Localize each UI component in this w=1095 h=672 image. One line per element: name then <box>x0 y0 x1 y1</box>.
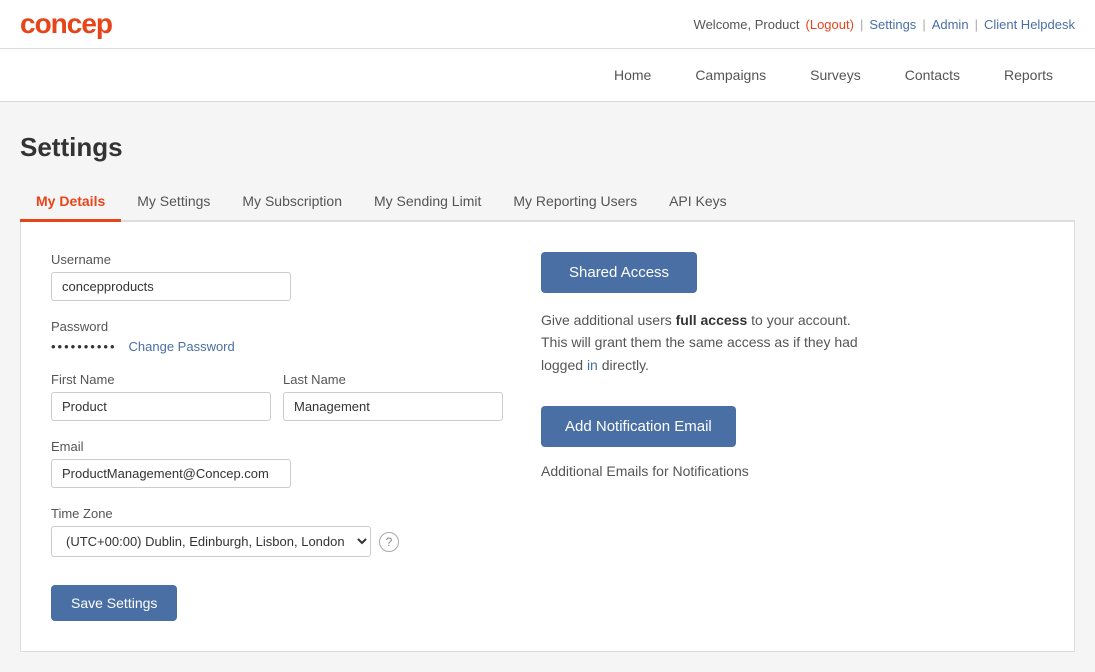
name-group: First Name Last Name <box>51 372 481 421</box>
username-group: Username <box>51 252 481 301</box>
top-bar: concep Welcome, Product (Logout) | Setti… <box>0 0 1095 49</box>
username-input[interactable] <box>51 272 291 301</box>
in-text: in <box>587 357 598 373</box>
admin-link[interactable]: Admin <box>932 17 969 32</box>
timezone-label: Time Zone <box>51 506 481 521</box>
tab-my-subscription[interactable]: My Subscription <box>226 183 358 222</box>
tab-my-settings[interactable]: My Settings <box>121 183 226 222</box>
separator-3: | <box>975 17 978 32</box>
welcome-text: Welcome, Product <box>694 17 800 32</box>
password-group: Password •••••••••• Change Password <box>51 319 481 354</box>
left-column: Username Password •••••••••• Change Pass… <box>51 252 481 621</box>
password-dots: •••••••••• <box>51 339 117 354</box>
username-label: Username <box>51 252 481 267</box>
shared-access-button[interactable]: Shared Access <box>541 252 697 293</box>
shared-access-description: Give additional users full access to you… <box>541 309 881 376</box>
nav-bar: Home Campaigns Surveys Contacts Reports <box>0 49 1095 102</box>
right-column: Shared Access Give additional users full… <box>541 252 921 621</box>
page-content: Settings My Details My Settings My Subsc… <box>0 102 1095 672</box>
email-label: Email <box>51 439 481 454</box>
timezone-row: (UTC+00:00) Dublin, Edinburgh, Lisbon, L… <box>51 526 481 557</box>
timezone-select[interactable]: (UTC+00:00) Dublin, Edinburgh, Lisbon, L… <box>51 526 371 557</box>
firstname-group: First Name <box>51 372 271 421</box>
logo: concep <box>20 8 112 40</box>
helpdesk-link[interactable]: Client Helpdesk <box>984 17 1075 32</box>
page-title: Settings <box>20 132 1075 163</box>
change-password-link[interactable]: Change Password <box>129 339 235 354</box>
email-group: Email <box>51 439 481 488</box>
password-row: •••••••••• Change Password <box>51 339 481 354</box>
nav-surveys[interactable]: Surveys <box>788 49 883 101</box>
password-label: Password <box>51 319 481 334</box>
additional-emails-description: Additional Emails for Notifications <box>541 463 921 479</box>
separator-2: | <box>922 17 925 32</box>
firstname-input[interactable] <box>51 392 271 421</box>
top-right-nav: Welcome, Product (Logout) | Settings | A… <box>694 17 1075 32</box>
full-access-bold: full access <box>676 312 748 328</box>
logout-link[interactable]: (Logout) <box>806 17 854 32</box>
separator-1: | <box>860 17 863 32</box>
firstname-label: First Name <box>51 372 271 387</box>
timezone-group: Time Zone (UTC+00:00) Dublin, Edinburgh,… <box>51 506 481 557</box>
tab-my-sending-limit[interactable]: My Sending Limit <box>358 183 497 222</box>
settings-panel: Username Password •••••••••• Change Pass… <box>20 222 1075 652</box>
tab-my-details[interactable]: My Details <box>20 183 121 222</box>
nav-contacts[interactable]: Contacts <box>883 49 982 101</box>
tab-my-reporting-users[interactable]: My Reporting Users <box>497 183 653 222</box>
tab-api-keys[interactable]: API Keys <box>653 183 743 222</box>
add-notification-email-button[interactable]: Add Notification Email <box>541 406 736 447</box>
notification-email-section: Add Notification Email Additional Emails… <box>541 406 921 479</box>
lastname-label: Last Name <box>283 372 503 387</box>
nav-home[interactable]: Home <box>592 49 673 101</box>
shared-access-section: Shared Access Give additional users full… <box>541 252 921 376</box>
save-settings-button[interactable]: Save Settings <box>51 585 177 621</box>
nav-reports[interactable]: Reports <box>982 49 1075 101</box>
nav-campaigns[interactable]: Campaigns <box>673 49 788 101</box>
tabs: My Details My Settings My Subscription M… <box>20 183 1075 222</box>
email-input[interactable] <box>51 459 291 488</box>
lastname-input[interactable] <box>283 392 503 421</box>
settings-link[interactable]: Settings <box>869 17 916 32</box>
lastname-group: Last Name <box>283 372 503 421</box>
timezone-help-icon[interactable]: ? <box>379 532 399 552</box>
